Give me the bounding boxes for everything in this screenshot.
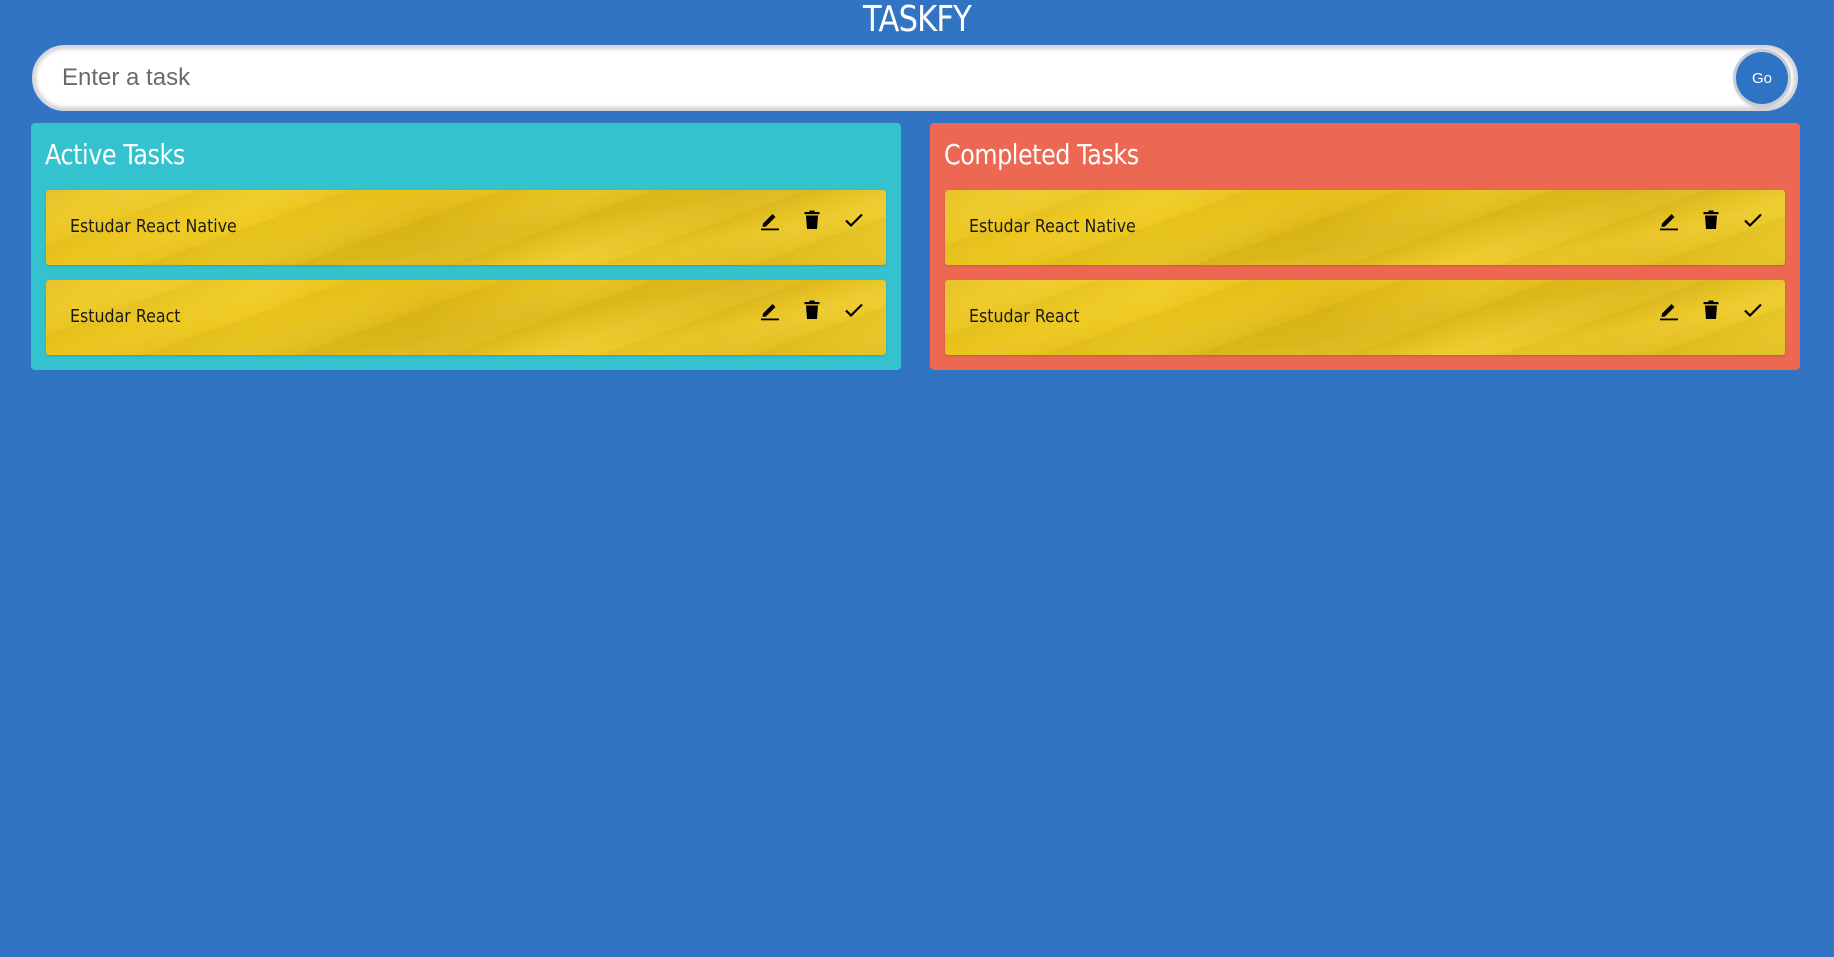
check-icon xyxy=(1744,213,1762,228)
taskfy-app: TASKFY Go Active Tasks Estudar React Nat… xyxy=(0,0,1834,957)
check-icon xyxy=(845,213,863,228)
task-form: Go xyxy=(32,45,1798,111)
edit-icon xyxy=(761,214,779,231)
task-text: Estudar React Native xyxy=(969,216,1136,237)
task-actions xyxy=(1657,298,1765,322)
delete-task-button[interactable] xyxy=(1699,208,1723,232)
active-tasks-title: Active Tasks xyxy=(45,138,185,171)
complete-task-button[interactable] xyxy=(1741,208,1765,232)
edit-task-button[interactable] xyxy=(1657,208,1681,232)
task-card: Estudar React Native xyxy=(46,190,886,265)
completed-task-list: Estudar React Native Estudar React xyxy=(945,190,1785,370)
complete-task-button[interactable] xyxy=(1741,298,1765,322)
active-tasks-panel: Active Tasks Estudar React Native Estuda… xyxy=(31,123,901,370)
complete-task-button[interactable] xyxy=(842,298,866,322)
app-title: TASKFY xyxy=(863,0,972,40)
edit-task-button[interactable] xyxy=(1657,298,1681,322)
check-icon xyxy=(845,303,863,318)
task-actions xyxy=(758,298,866,322)
delete-icon xyxy=(1703,300,1719,319)
edit-task-button[interactable] xyxy=(758,208,782,232)
task-card: Estudar React xyxy=(46,280,886,355)
complete-task-button[interactable] xyxy=(842,208,866,232)
edit-task-button[interactable] xyxy=(758,298,782,322)
task-text: Estudar React xyxy=(70,306,181,327)
task-actions xyxy=(758,208,866,232)
go-button[interactable]: Go xyxy=(1736,52,1788,104)
check-icon xyxy=(1744,303,1762,318)
edit-icon xyxy=(1660,304,1678,321)
delete-icon xyxy=(1703,210,1719,229)
delete-task-button[interactable] xyxy=(800,208,824,232)
task-text: Estudar React xyxy=(969,306,1080,327)
delete-icon xyxy=(804,210,820,229)
task-input[interactable] xyxy=(62,57,1662,99)
task-card: Estudar React xyxy=(945,280,1785,355)
edit-icon xyxy=(761,304,779,321)
task-actions xyxy=(1657,208,1765,232)
delete-icon xyxy=(804,300,820,319)
task-text: Estudar React Native xyxy=(70,216,237,237)
delete-task-button[interactable] xyxy=(800,298,824,322)
completed-tasks-title: Completed Tasks xyxy=(944,138,1139,171)
delete-task-button[interactable] xyxy=(1699,298,1723,322)
completed-tasks-panel: Completed Tasks Estudar React Native Est… xyxy=(930,123,1800,370)
task-card: Estudar React Native xyxy=(945,190,1785,265)
active-task-list: Estudar React Native Estudar React xyxy=(46,190,886,370)
edit-icon xyxy=(1660,214,1678,231)
